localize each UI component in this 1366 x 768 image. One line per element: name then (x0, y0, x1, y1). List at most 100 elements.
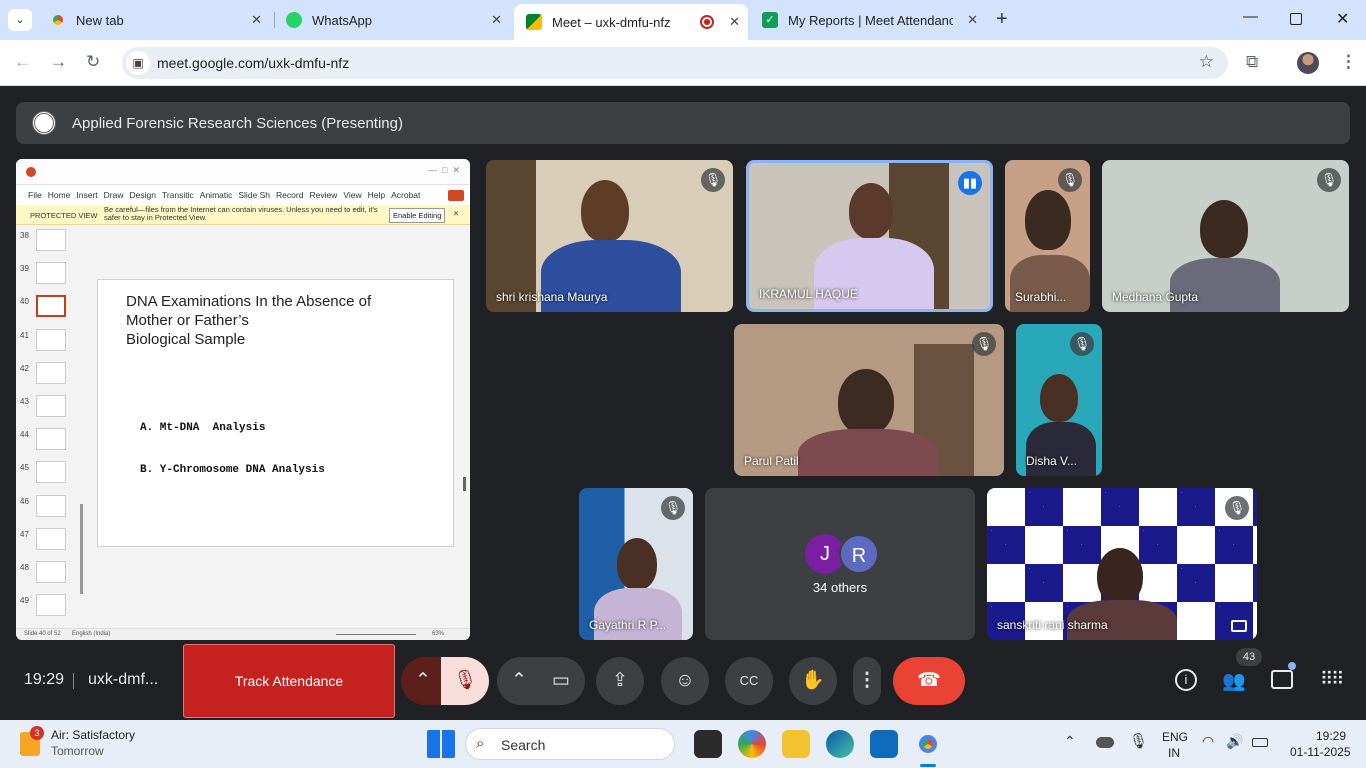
close-icon[interactable]: ✕ (453, 209, 459, 218)
participant-tile[interactable]: 🎙 Surabhi... (1005, 160, 1090, 312)
ribbon-tab[interactable]: Animatic (200, 190, 233, 200)
store-icon[interactable] (870, 730, 898, 758)
slide-thumbnail[interactable]: 48 (16, 561, 80, 589)
close-icon[interactable]: ✕ (491, 12, 502, 28)
track-attendance-button[interactable]: Track Attendance (183, 644, 395, 718)
ribbon-tab[interactable]: Design (130, 190, 156, 200)
chrome-menu-icon[interactable]: ⋮ (1340, 52, 1357, 72)
microphone-icon[interactable]: 🎙 (1129, 732, 1148, 750)
participant-tile-active-speaker[interactable]: ▮▮ IKRAMUL HAQUE (746, 160, 993, 312)
slide-thumbnail[interactable]: 38 (16, 229, 80, 257)
wifi-icon[interactable]: ◠ (1202, 733, 1214, 750)
ribbon-tab[interactable]: Home (48, 190, 71, 200)
emoji-button[interactable]: ☺ (661, 657, 709, 705)
site-info-icon[interactable]: ▣ (126, 51, 150, 75)
ribbon-tab[interactable]: Draw (104, 190, 124, 200)
participant-tile[interactable]: 🎙 Parul Patil (734, 324, 1004, 476)
slide-thumbnail[interactable]: 44 (16, 428, 80, 456)
participant-tile[interactable]: 🎙 Medhana Gupta (1102, 160, 1349, 312)
meeting-info-icon[interactable]: i (1175, 669, 1197, 691)
tab-new-tab[interactable]: New tab ✕ (38, 6, 270, 34)
camera-button[interactable]: ▭ (537, 657, 585, 705)
others-tile[interactable]: J R 34 others (705, 488, 975, 640)
tab-whatsapp[interactable]: WhatsApp ✕ (274, 6, 510, 34)
captions-button[interactable]: CC (725, 657, 773, 705)
restore-icon[interactable] (1290, 13, 1302, 25)
people-icon[interactable]: 👥 (1222, 669, 1246, 693)
ribbon-tab[interactable]: Review (309, 190, 337, 200)
forward-icon[interactable]: → (50, 52, 67, 72)
slide-thumbnail[interactable]: 41 (16, 328, 80, 357)
slide-thumbnail[interactable]: 49 (16, 594, 80, 622)
tab-reports[interactable]: ✓ My Reports | Meet Attendance ✕ (750, 6, 986, 34)
close-window-icon[interactable]: ✕ (1336, 9, 1349, 29)
slide-thumbnail[interactable]: 39 (16, 262, 80, 290)
audio-options-button[interactable]: ⌃ (401, 657, 445, 705)
ribbon-tab[interactable]: Acrobat (391, 190, 420, 200)
tab-search-button[interactable]: ⌄ (8, 9, 32, 31)
weather-title: Air: Satisfactory (51, 728, 136, 742)
slide-thumbnail[interactable]: 42 (16, 361, 80, 390)
terminal-icon[interactable] (694, 730, 722, 758)
reload-icon[interactable]: ↻ (86, 52, 100, 72)
present-screen-button[interactable]: ⇪ (596, 657, 644, 705)
slide-thumbnail[interactable]: 45 (16, 461, 80, 489)
slide-thumbnail[interactable]: 43 (16, 395, 80, 423)
video-options-button[interactable]: ⌃ (497, 657, 541, 705)
close-icon[interactable]: ✕ (967, 12, 978, 28)
participant-name: Parul Patil (744, 454, 799, 468)
address-bar[interactable]: ▣ meet.google.com/uxk-dmfu-nfz ☆ (122, 47, 1228, 79)
raise-hand-button[interactable]: ✋ (789, 657, 837, 705)
slide-thumbnail[interactable]: 47 (16, 527, 80, 556)
more-options-button[interactable]: ⋮ (853, 657, 881, 705)
zoom-slider[interactable] (336, 634, 416, 635)
thumbnail-preview (36, 328, 66, 351)
close-icon[interactable]: ✕ (251, 12, 262, 28)
mic-off-button[interactable]: 🎙 (441, 657, 489, 705)
participant-tile[interactable]: 🎙 shri krishana Maurya (486, 160, 733, 312)
ribbon-tab[interactable]: Record (276, 190, 303, 200)
language-top[interactable]: ENG (1162, 730, 1188, 744)
volume-icon[interactable]: 🔊 (1226, 733, 1243, 750)
copilot-icon[interactable] (738, 730, 766, 758)
extensions-icon[interactable]: ⧉ (1246, 52, 1258, 72)
participant-tile[interactable]: 🎙 Disha V... (1016, 324, 1102, 476)
ribbon-tab[interactable]: Help (368, 190, 385, 200)
chrome-taskbar-icon[interactable] (914, 730, 942, 758)
bookmark-star-icon[interactable]: ☆ (1199, 52, 1214, 72)
profile-avatar[interactable] (1297, 52, 1319, 74)
participant-tile[interactable]: 🎙 Gayathri R P... (579, 488, 693, 640)
leave-call-button[interactable]: ☎ (893, 657, 965, 705)
edge-icon[interactable] (826, 730, 854, 758)
weather-widget[interactable]: 3 Air: Satisfactory Tomorrow (16, 726, 176, 762)
cloud-icon[interactable] (1096, 737, 1114, 748)
ribbon-tab[interactable]: View (343, 190, 361, 200)
thumbnail-preview (36, 461, 66, 484)
back-icon[interactable]: ← (14, 52, 31, 72)
tab-meet[interactable]: Meet – uxk-dmfu-nfz ✕ (514, 4, 748, 40)
enable-editing-button[interactable]: Enable Editing (389, 208, 446, 223)
share-icon[interactable] (448, 189, 464, 201)
slide-scrollbar[interactable] (463, 477, 466, 491)
pin-icon[interactable] (1231, 620, 1247, 632)
clock-date[interactable]: 01-11-2025 (1290, 745, 1351, 759)
ribbon-tab[interactable]: Slide Sh (238, 190, 270, 200)
slide-thumbnail[interactable]: 46 (16, 494, 80, 523)
taskbar-search[interactable]: ⌕ Search (465, 728, 675, 760)
ribbon-tab[interactable]: Transitic (162, 190, 194, 200)
activities-icon[interactable]: ⠿⠿ (1320, 669, 1344, 690)
ribbon-tab[interactable]: File (28, 190, 42, 200)
chat-icon[interactable] (1271, 670, 1293, 689)
close-icon[interactable]: ✕ (729, 14, 740, 30)
battery-icon[interactable] (1252, 738, 1268, 747)
minimize-icon[interactable]: — (1243, 8, 1258, 25)
show-hidden-icons[interactable]: ⌃ (1064, 733, 1076, 750)
new-tab-icon[interactable]: + (996, 8, 1008, 31)
ribbon-tab[interactable]: Insert (76, 190, 97, 200)
participant-tile[interactable]: 🎙 sanskriti rani sharma (987, 488, 1257, 640)
file-explorer-icon[interactable] (782, 730, 810, 758)
clock-time[interactable]: 19:29 (1316, 729, 1346, 743)
thumbnail-scrollbar[interactable] (80, 504, 83, 594)
windows-start-icon[interactable] (427, 730, 455, 758)
slide-thumbnail[interactable]: 40 (16, 295, 80, 323)
